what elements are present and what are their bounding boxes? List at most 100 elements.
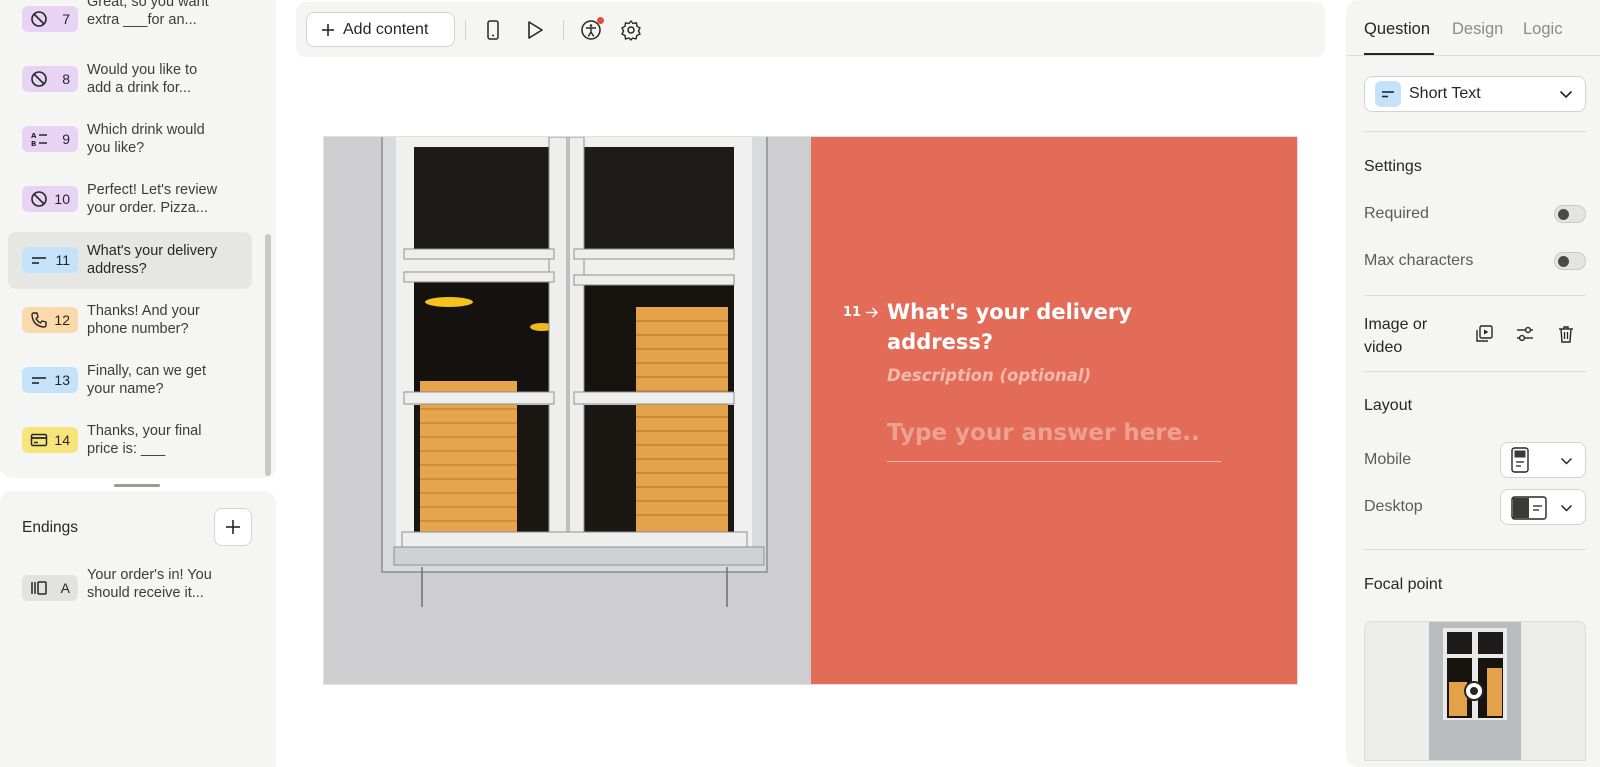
- question-badge: 14: [22, 427, 78, 453]
- right-settings-panel: Question Design Logic Short Text Setting…: [1346, 0, 1600, 767]
- toolbar-divider: [465, 20, 466, 40]
- question-label: Would you like to add a drink for...: [87, 62, 198, 96]
- chevron-down-icon: [1560, 457, 1573, 465]
- play-icon: [528, 21, 543, 39]
- desktop-layout-select[interactable]: [1500, 489, 1586, 525]
- ab-list-icon: AB: [31, 132, 47, 148]
- required-toggle[interactable]: [1554, 205, 1586, 223]
- focal-point-title: Focal point: [1364, 576, 1443, 593]
- question-badge: 12: [22, 307, 78, 333]
- question-item-9[interactable]: AB 9 Which drink would you like?: [8, 111, 252, 168]
- short-text-icon: [32, 377, 46, 384]
- plus-icon: [226, 520, 240, 534]
- no-symbol-icon: [31, 11, 47, 27]
- answer-input-preview: Type your answer here..: [887, 420, 1221, 462]
- ending-letter: A: [60, 580, 70, 596]
- question-number: 9: [62, 131, 70, 147]
- required-label: Required: [1364, 205, 1429, 222]
- add-ending-button[interactable]: [214, 508, 252, 546]
- focal-point-picker[interactable]: [1364, 621, 1586, 761]
- question-content-panel: 11 What's your delivery address? Descrip…: [811, 137, 1297, 684]
- question-item-12[interactable]: 12 Thanks! And your phone number?: [8, 292, 252, 349]
- question-label: Great, so you want extra ___for an...: [87, 0, 209, 28]
- question-list: 7 Great, so you want extra ___for an... 8…: [0, 0, 276, 478]
- settings-title: Settings: [1364, 158, 1422, 175]
- question-image: [324, 137, 811, 684]
- question-label: Finally, can we get your name?: [87, 363, 207, 397]
- mobile-preview-button[interactable]: [480, 17, 506, 43]
- window-pizza-photo: [324, 137, 811, 684]
- question-badge: 13: [22, 367, 78, 393]
- chevron-down-icon: [1560, 504, 1573, 512]
- question-badge: 7: [22, 6, 78, 32]
- toolbar-divider: [563, 20, 564, 40]
- question-number: 12: [54, 312, 70, 328]
- tab-design[interactable]: Design: [1452, 20, 1503, 39]
- replace-media-button[interactable]: [1472, 322, 1496, 346]
- question-number-indicator: 11: [843, 305, 879, 320]
- add-content-button[interactable]: Add content: [306, 12, 455, 47]
- focal-point-marker-icon[interactable]: [1463, 680, 1485, 702]
- question-number: 10: [54, 191, 70, 207]
- chevron-down-icon: [1559, 90, 1573, 98]
- question-label: Perfect! Let's review your order. Pizza..…: [87, 182, 218, 216]
- question-title[interactable]: What's your delivery address?: [887, 297, 1187, 357]
- question-number: 7: [62, 11, 70, 27]
- preview-play-button[interactable]: [522, 17, 548, 43]
- question-type-label: Short Text: [1409, 85, 1481, 102]
- question-number: 13: [54, 372, 70, 388]
- svg-text:B: B: [31, 140, 36, 148]
- replace-media-icon: [1476, 325, 1493, 342]
- question-type-chip: [1375, 81, 1401, 107]
- mobile-layout-icon: [1511, 447, 1529, 473]
- delete-media-button[interactable]: [1554, 322, 1578, 346]
- plus-icon: [322, 23, 334, 36]
- question-badge: 8: [22, 66, 78, 92]
- mobile-layout-select[interactable]: [1500, 442, 1586, 478]
- notification-dot: [597, 17, 604, 24]
- desktop-layout-label: Desktop: [1364, 498, 1423, 515]
- ending-item-a[interactable]: A Your order's in! You should receive it.…: [8, 561, 252, 609]
- ending-label: Your order's in! You should receive it...: [87, 567, 212, 601]
- section-divider: [1364, 131, 1586, 132]
- settings-button[interactable]: [618, 17, 644, 43]
- max-characters-toggle[interactable]: [1554, 252, 1586, 270]
- mobile-icon: [487, 20, 499, 40]
- image-or-video-label: Image or video: [1364, 316, 1428, 356]
- endings-section: Endings A Your order's in! You should rec…: [0, 491, 276, 767]
- svg-text:A: A: [31, 132, 37, 140]
- question-item-10[interactable]: 10 Perfect! Let's review your order. Pizz…: [8, 171, 252, 228]
- question-badge: 10: [22, 186, 78, 212]
- question-description[interactable]: Description (optional): [887, 366, 1091, 385]
- tabs-divider: [1346, 55, 1600, 56]
- ending-badge: A: [22, 575, 78, 601]
- question-type-select[interactable]: Short Text: [1364, 76, 1586, 112]
- question-list-scrollbar[interactable]: [265, 234, 271, 476]
- panel-resize-handle[interactable]: [114, 484, 160, 487]
- question-item-7[interactable]: 7 Great, so you want extra ___for an...: [8, 0, 252, 48]
- tab-logic[interactable]: Logic: [1523, 20, 1562, 39]
- question-item-14[interactable]: 14 Thanks, your final price is: ___: [8, 412, 252, 469]
- no-symbol-icon: [31, 71, 47, 87]
- question-item-8[interactable]: 8 Would you like to add a drink for...: [8, 51, 252, 108]
- trash-icon: [1559, 326, 1573, 343]
- section-divider: [1364, 549, 1586, 550]
- question-item-11[interactable]: 11 What's your delivery address?: [8, 232, 252, 289]
- tab-question[interactable]: Question: [1364, 20, 1430, 39]
- question-number: 11: [55, 252, 70, 268]
- question-number: 8: [62, 71, 70, 87]
- toolbar: Add content: [296, 2, 1325, 57]
- accessibility-button[interactable]: [578, 17, 604, 43]
- media-adjust-button[interactable]: [1513, 322, 1537, 346]
- section-divider: [1364, 295, 1586, 296]
- question-number: 14: [54, 432, 70, 448]
- phone-icon: [31, 312, 47, 328]
- left-panel: 7 Great, so you want extra ___for an... 8…: [0, 0, 276, 767]
- question-item-13[interactable]: 13 Finally, can we get your name?: [8, 352, 252, 409]
- question-number-text: 11: [843, 305, 862, 320]
- question-badge: AB 9: [22, 126, 78, 152]
- add-content-label: Add content: [343, 20, 429, 38]
- max-characters-label: Max characters: [1364, 252, 1474, 269]
- mobile-layout-label: Mobile: [1364, 451, 1412, 468]
- question-badge: 11: [22, 247, 78, 273]
